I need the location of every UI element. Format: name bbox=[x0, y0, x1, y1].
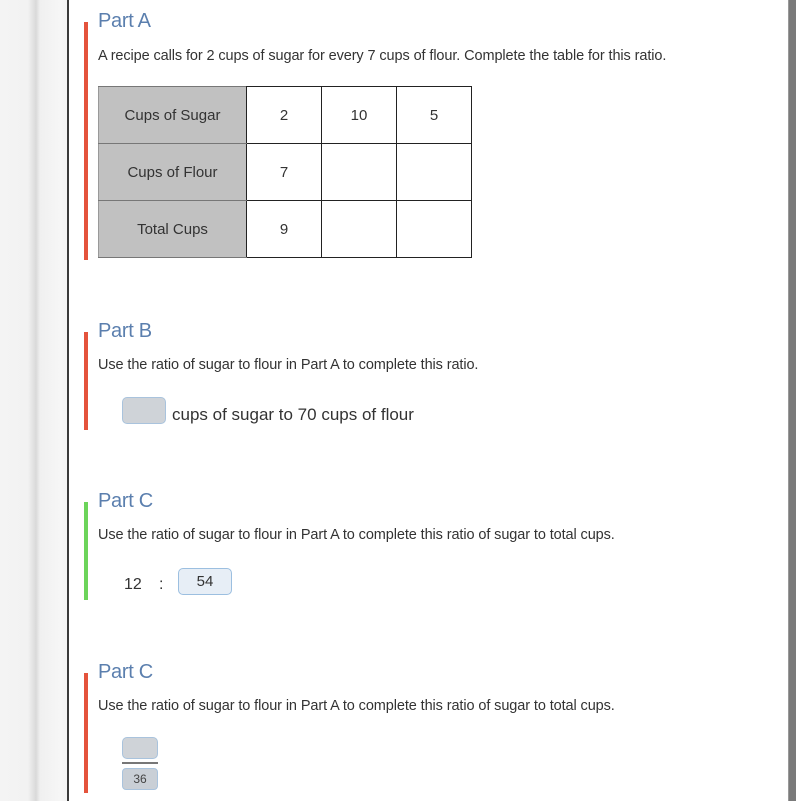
part-c-prompt: Use the ratio of sugar to flour in Part … bbox=[98, 698, 615, 714]
denominator-value: 36 bbox=[122, 768, 158, 790]
incorrect-status-bar bbox=[84, 673, 88, 793]
scrollbar[interactable] bbox=[788, 0, 796, 801]
numerator-answer-input[interactable] bbox=[122, 737, 158, 759]
part-c-title: Part C bbox=[98, 661, 153, 683]
fraction-bar bbox=[122, 762, 158, 764]
right-edge bbox=[796, 0, 800, 801]
part-c-section-2: Part C Use the ratio of sugar to flour i… bbox=[0, 0, 780, 801]
